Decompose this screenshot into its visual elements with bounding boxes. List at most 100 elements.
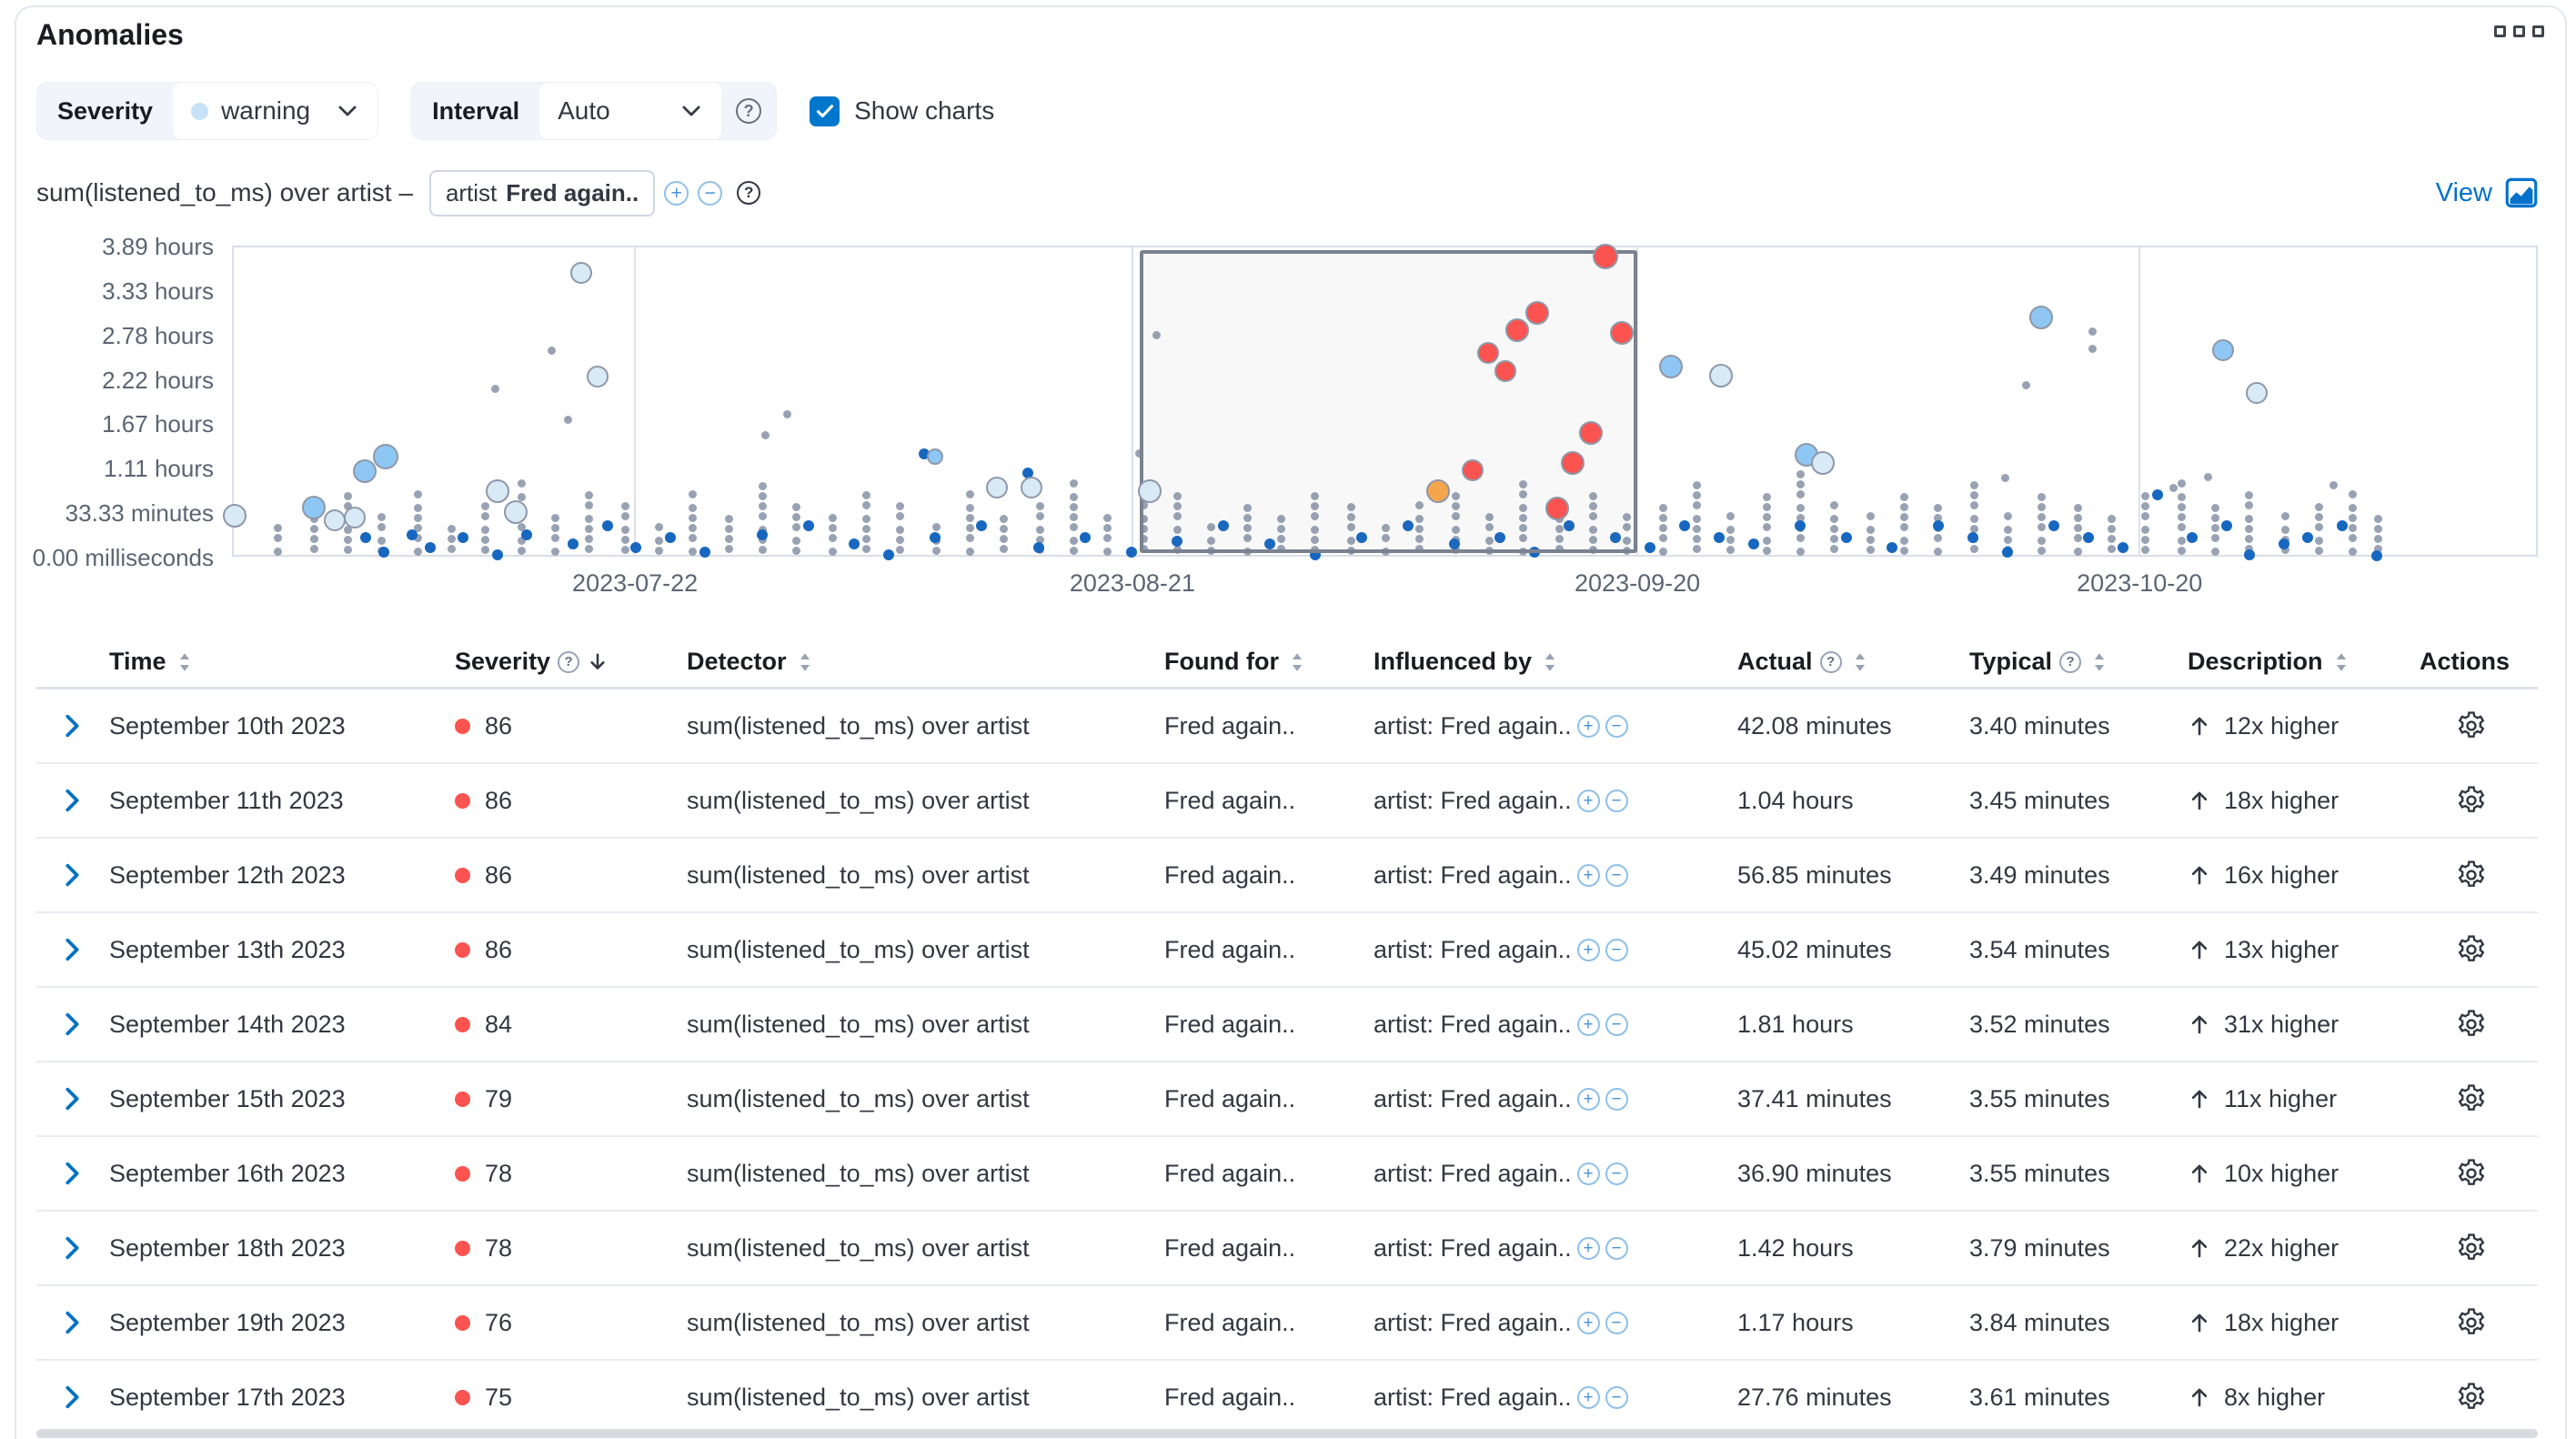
anomaly-marker-low[interactable] xyxy=(1811,451,1835,475)
anomaly-marker-critical[interactable] xyxy=(1545,497,1569,520)
table-header-row: TimeSeverity?DetectorFound forInfluenced… xyxy=(36,637,2538,689)
gear-icon[interactable] xyxy=(2456,1233,2487,1263)
column-header-typical[interactable]: Typical? xyxy=(1960,648,2179,676)
filter-in-plus-icon[interactable]: + xyxy=(1577,1312,1600,1334)
sort-icon xyxy=(2088,651,2110,673)
noise-point xyxy=(2004,512,2012,520)
noise-point xyxy=(655,537,663,545)
anomaly-marker-low[interactable] xyxy=(486,479,509,503)
influenced-by-cell: artist: Fred again..+− xyxy=(1364,1011,1728,1039)
noise-point xyxy=(1830,535,1838,543)
noise-point xyxy=(481,536,489,544)
metric-point xyxy=(1126,547,1137,558)
filter-in-plus-icon[interactable]: + xyxy=(1577,864,1600,887)
column-header-found-for[interactable]: Found for xyxy=(1155,648,1364,676)
filter-in-plus-icon[interactable]: + xyxy=(1577,1013,1600,1036)
anomaly-marker-low[interactable] xyxy=(986,477,1008,498)
column-help-icon[interactable]: ? xyxy=(558,651,579,673)
gear-icon[interactable] xyxy=(2456,1307,2487,1338)
filter-out-minus-icon[interactable]: − xyxy=(1605,1162,1628,1185)
anomaly-marker-critical[interactable] xyxy=(1505,318,1529,342)
anomaly-marker-critical[interactable] xyxy=(1477,342,1499,364)
column-header-actual[interactable]: Actual? xyxy=(1728,648,1960,676)
column-header-description[interactable]: Description xyxy=(2179,648,2410,676)
anomaly-marker-low[interactable] xyxy=(2246,382,2268,404)
filter-in-plus-icon[interactable]: + xyxy=(1577,1162,1600,1185)
column-header-influenced-by[interactable]: Influenced by xyxy=(1364,648,1728,676)
anomaly-marker-low[interactable] xyxy=(587,366,609,387)
anomaly-marker-low[interactable] xyxy=(570,262,592,284)
filter-in-plus-icon[interactable]: + xyxy=(1577,1088,1600,1111)
noise-point xyxy=(2141,502,2149,510)
critical-severity-dot-icon xyxy=(455,793,470,809)
anomaly-marker-critical[interactable] xyxy=(1525,301,1549,325)
filter-out-minus-icon[interactable]: − xyxy=(1605,864,1628,887)
time-cell: September 14th 2023 xyxy=(100,1011,446,1039)
gear-icon[interactable] xyxy=(2456,860,2487,891)
anomaly-marker-low[interactable] xyxy=(1021,477,1042,498)
filter-in-plus-icon[interactable]: + xyxy=(1577,1386,1600,1409)
gear-icon[interactable] xyxy=(2456,1083,2487,1114)
anomaly-marker-major[interactable] xyxy=(1426,479,1450,503)
noise-point xyxy=(1693,481,1701,489)
anomaly-marker-warning[interactable] xyxy=(302,496,326,519)
gear-icon[interactable] xyxy=(2456,1158,2487,1189)
anomaly-marker-warning[interactable] xyxy=(373,444,398,469)
filter-out-minus-icon[interactable]: − xyxy=(1605,1088,1628,1111)
metric-point xyxy=(2118,542,2128,553)
noise-point xyxy=(1659,504,1667,512)
column-help-icon[interactable]: ? xyxy=(1820,651,1842,673)
column-header-detector[interactable]: Detector xyxy=(678,648,1155,676)
anomaly-marker-low[interactable] xyxy=(1709,364,1733,387)
gear-icon[interactable] xyxy=(2456,934,2487,965)
anomaly-marker-warning[interactable] xyxy=(2029,306,2053,329)
noise-point xyxy=(548,347,556,355)
filter-in-plus-icon[interactable]: + xyxy=(1577,939,1600,961)
anomaly-marker-critical[interactable] xyxy=(1561,451,1585,475)
anomaly-marker-low[interactable] xyxy=(223,504,247,528)
anomaly-marker-critical[interactable] xyxy=(1579,421,1603,445)
x-gridline xyxy=(634,246,636,557)
anomaly-marker-critical[interactable] xyxy=(1462,459,1484,481)
noise-point xyxy=(1726,526,1735,534)
gear-icon[interactable] xyxy=(2456,785,2487,816)
filter-out-minus-icon[interactable]: − xyxy=(1605,1312,1628,1334)
column-help-icon[interactable]: ? xyxy=(2059,651,2081,673)
anomaly-marker-low[interactable] xyxy=(1138,479,1162,503)
noise-point xyxy=(585,525,593,533)
filter-in-plus-icon[interactable]: + xyxy=(1577,790,1600,812)
column-header-severity[interactable]: Severity? xyxy=(446,648,678,676)
anomaly-marker-warning[interactable] xyxy=(353,459,377,483)
anomaly-marker-low[interactable] xyxy=(344,507,366,528)
filter-out-minus-icon[interactable]: − xyxy=(1605,1386,1628,1409)
anomaly-marker-critical[interactable] xyxy=(1593,244,1618,269)
metric-point xyxy=(2302,532,2313,543)
anomaly-marker-warning[interactable] xyxy=(927,448,943,465)
gear-icon[interactable] xyxy=(2456,1382,2487,1413)
filter-out-minus-icon[interactable]: − xyxy=(1605,1237,1628,1260)
filter-out-minus-icon[interactable]: − xyxy=(1605,715,1628,738)
noise-point xyxy=(481,526,489,534)
anomaly-marker-warning[interactable] xyxy=(1659,355,1683,378)
anomaly-marker-warning[interactable] xyxy=(2212,339,2234,361)
anomaly-marker-low[interactable] xyxy=(504,500,528,524)
filter-out-minus-icon[interactable]: − xyxy=(1605,790,1628,812)
gear-icon[interactable] xyxy=(2456,1009,2487,1040)
description-text: 13x higher xyxy=(2224,936,2339,964)
filter-in-plus-icon[interactable]: + xyxy=(1577,1237,1600,1260)
noise-point xyxy=(1763,513,1771,521)
actions-cell xyxy=(2410,1009,2538,1040)
chevron-right-expand-icon xyxy=(58,1234,86,1262)
anomaly-marker-critical[interactable] xyxy=(1610,321,1634,345)
metric-point xyxy=(1841,532,1852,543)
gear-icon[interactable] xyxy=(2456,710,2487,741)
filter-in-plus-icon[interactable]: + xyxy=(1577,715,1600,738)
filter-out-minus-icon[interactable]: − xyxy=(1605,1013,1628,1036)
anomaly-marker-low[interactable] xyxy=(324,509,346,531)
horizontal-scrollbar[interactable] xyxy=(36,1429,2538,1438)
noise-point xyxy=(2108,515,2116,523)
filter-out-minus-icon[interactable]: − xyxy=(1605,939,1628,961)
metric-point xyxy=(1645,542,1655,553)
column-header-time[interactable]: Time xyxy=(100,648,446,676)
noise-point xyxy=(725,515,733,523)
